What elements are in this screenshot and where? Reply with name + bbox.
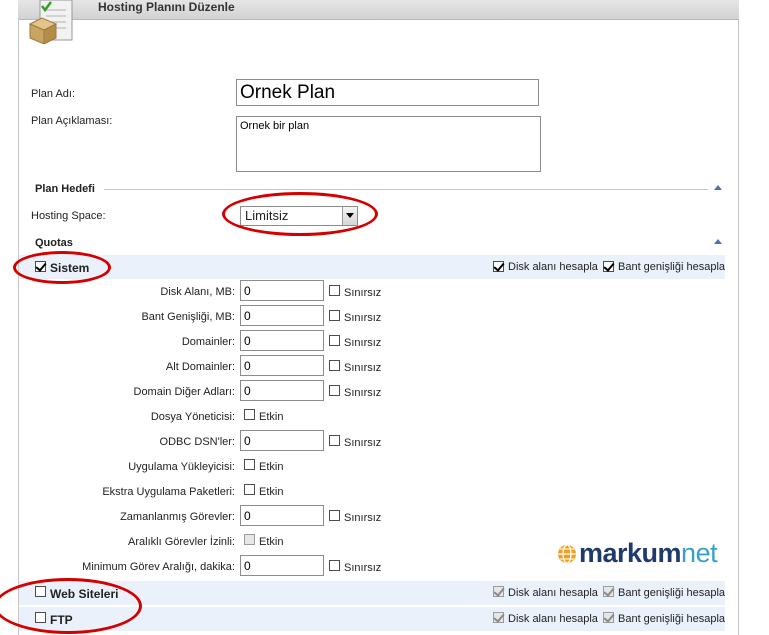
bandwidth-calc-checkbox	[603, 586, 614, 597]
plan-name-label: Plan Adı:	[31, 88, 76, 100]
disk-calc-checkbox	[493, 586, 504, 597]
enabled-checkbox-extra-packages[interactable]	[244, 484, 255, 495]
unlimited-checkbox-disk[interactable]	[329, 285, 340, 296]
unlimited-label: Sınırsız	[344, 362, 382, 374]
unlimited-checkbox-odbc[interactable]	[329, 435, 340, 446]
quota-label-disk: Disk Alanı, MB:	[160, 286, 235, 298]
unlimited-label: Sınırsız	[344, 312, 382, 324]
disk-calc-label: Disk alanı hesapla	[508, 261, 598, 273]
unlimited-label: Sınırsız	[344, 512, 382, 524]
quota-label-scheduled-tasks: Zamanlanmış Görevler:	[120, 511, 235, 523]
enabled-checkbox-file-manager[interactable]	[244, 409, 255, 420]
unlimited-checkbox-min-task-interval[interactable]	[329, 560, 340, 571]
collapse-up-icon[interactable]	[714, 185, 722, 190]
plan-target-section-title: Plan Hedefi	[35, 183, 95, 195]
hosting-space-label: Hosting Space:	[31, 210, 106, 222]
plan-description-input[interactable]: Ornek bir plan	[236, 116, 541, 172]
annotation-ellipse-hosting-space	[222, 192, 378, 236]
enabled-label: Etkin	[259, 486, 284, 498]
quota-label-odbc: ODBC DSN'ler:	[159, 436, 235, 448]
collapse-up-icon[interactable]	[714, 239, 722, 244]
quota-label-app-installer: Uygulama Yükleyicisi:	[128, 461, 235, 473]
quota-input-domain-aliases[interactable]	[240, 380, 324, 401]
disk-calc-label: Disk alanı hesapla	[508, 613, 598, 625]
quota-input-odbc[interactable]	[240, 430, 324, 451]
brand-name-main: markum	[579, 538, 682, 568]
title-bar: Hosting Planını Düzenle	[18, 0, 739, 20]
quota-label-subdomains: Alt Domainler:	[165, 361, 235, 373]
frame-border-right	[738, 20, 739, 635]
quota-input-bandwidth[interactable]	[240, 305, 324, 326]
enabled-label: Etkin	[259, 411, 284, 423]
brand-name-suffix: net	[681, 538, 718, 568]
unlimited-label: Sınırsız	[344, 562, 382, 574]
bandwidth-calc-label: Bant genişliği hesapla	[618, 587, 726, 599]
unlimited-checkbox-subdomains[interactable]	[329, 360, 340, 371]
bandwidth-calc-label: Bant genişliği hesapla	[618, 261, 726, 273]
quota-label-bandwidth: Bant Genişliği, MB:	[141, 311, 235, 323]
enabled-label: Etkin	[259, 461, 284, 473]
quota-label-domain-aliases: Domain Diğer Adları:	[133, 386, 236, 398]
globe-icon	[558, 544, 576, 564]
disk-calc-checkbox	[493, 612, 504, 623]
unlimited-label: Sınırsız	[344, 387, 382, 399]
unlimited-checkbox-bandwidth[interactable]	[329, 310, 340, 321]
unlimited-label: Sınırsız	[344, 287, 382, 299]
quota-label-file-manager: Dosya Yöneticisi:	[150, 411, 235, 423]
enabled-label: Etkin	[259, 536, 284, 548]
annotation-ellipse-sistem	[13, 251, 111, 284]
quota-input-scheduled-tasks[interactable]	[240, 505, 324, 526]
quota-input-min-task-interval[interactable]	[240, 555, 324, 576]
unlimited-checkbox-domains[interactable]	[329, 335, 340, 346]
quota-label-min-task-interval: Minimum Görev Aralığı, dakika:	[82, 561, 235, 573]
quota-label-interval-tasks: Aralıklı Görevler İzinli:	[128, 536, 235, 548]
plan-target-divider	[104, 189, 708, 190]
unlimited-label: Sınırsız	[344, 337, 382, 349]
enabled-checkbox-interval-tasks	[244, 534, 255, 545]
plan-description-label: Plan Açıklaması:	[31, 115, 113, 127]
bandwidth-calc-checkbox[interactable]	[603, 261, 614, 272]
unlimited-label: Sınırsız	[344, 437, 382, 449]
bandwidth-calc-checkbox	[603, 612, 614, 623]
plan-name-input[interactable]	[236, 79, 539, 106]
quotas-section-title: Quotas	[35, 237, 73, 249]
quota-input-subdomains[interactable]	[240, 355, 324, 376]
brand-name: markumnet	[579, 538, 718, 569]
quota-label-extra-packages: Ekstra Uygulama Paketleri:	[102, 486, 235, 498]
annotation-ellipse-groups	[0, 578, 142, 634]
unlimited-checkbox-scheduled-tasks[interactable]	[329, 510, 340, 521]
disk-calc-label: Disk alanı hesapla	[508, 587, 598, 599]
disk-calc-checkbox[interactable]	[493, 261, 504, 272]
quota-input-domains[interactable]	[240, 330, 324, 351]
quota-label-domains: Domainler:	[181, 336, 235, 348]
page-title: Hosting Planını Düzenle	[98, 0, 235, 14]
markum-net-logo: markumnet	[557, 538, 727, 572]
enabled-checkbox-app-installer[interactable]	[244, 459, 255, 470]
hosting-plan-icon	[28, 0, 73, 44]
bandwidth-calc-label: Bant genişliği hesapla	[618, 613, 726, 625]
quota-group-row-sistem: Sistem Disk alanı hesapla Bant genişliği…	[19, 255, 725, 279]
quota-input-disk[interactable]	[240, 280, 324, 301]
unlimited-checkbox-domain-aliases[interactable]	[329, 385, 340, 396]
edit-hosting-plan-page: Hosting Planını Düzenle Plan Adı: Plan A…	[0, 0, 769, 635]
